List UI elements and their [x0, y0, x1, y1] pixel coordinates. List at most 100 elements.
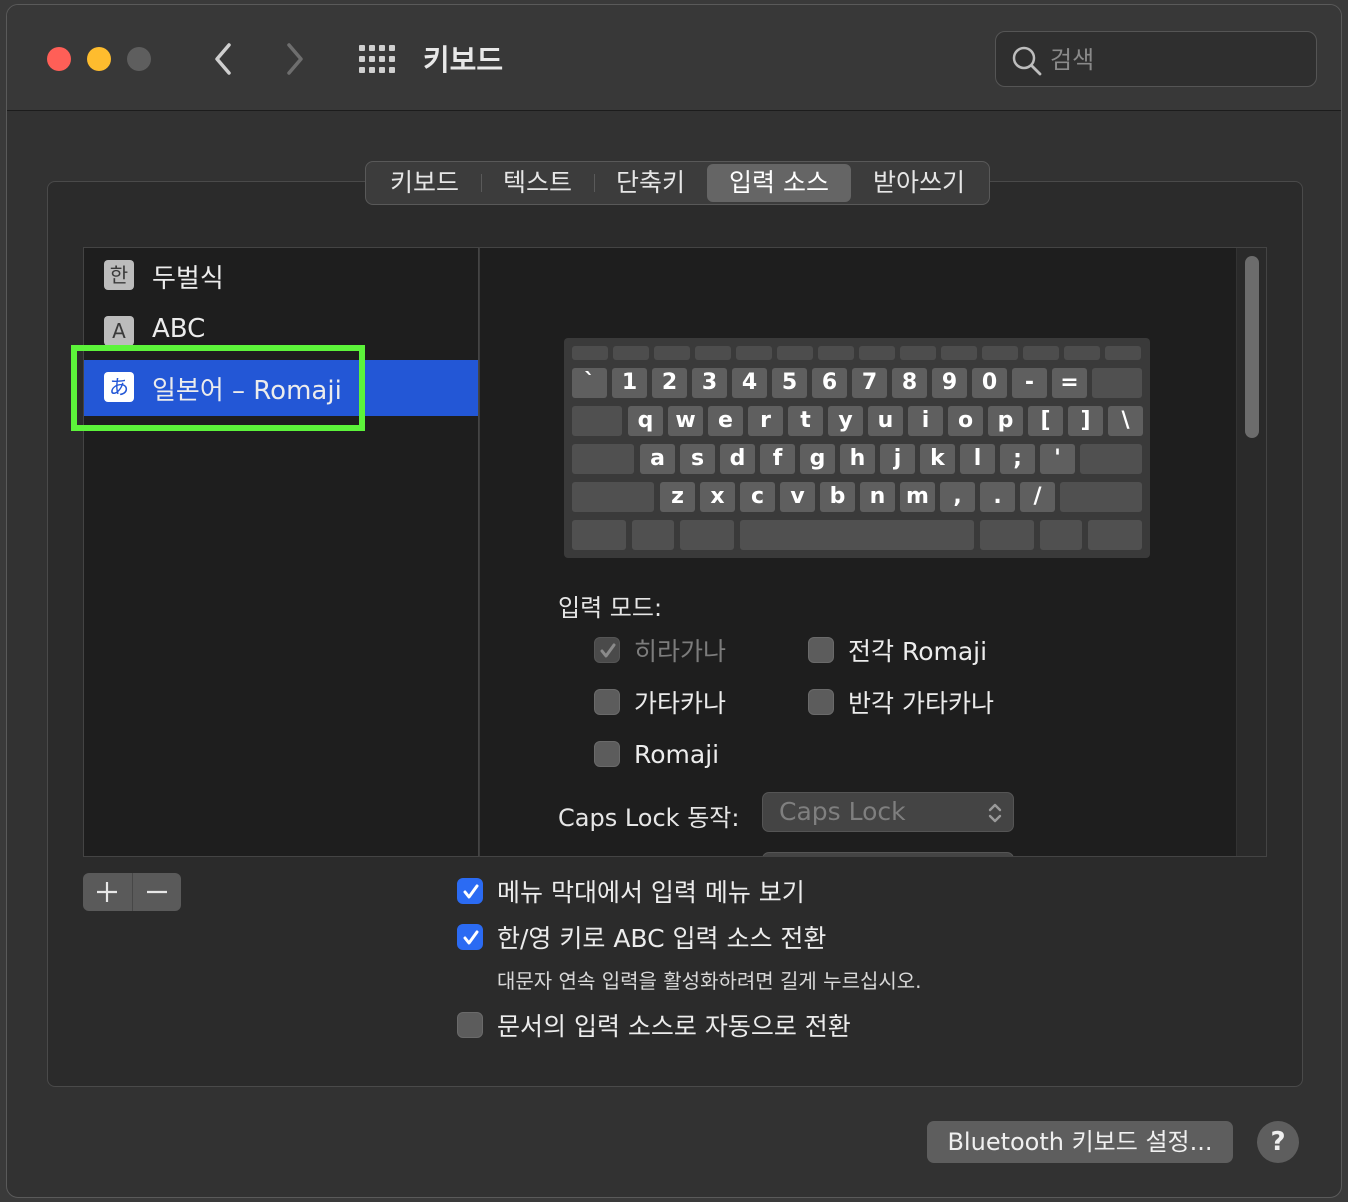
switch-key-option[interactable]: 한/영 키로 ABC 입력 소스 전환 — [457, 921, 826, 953]
tab-input-sources[interactable]: 입력 소스 — [707, 164, 851, 202]
keyboard-key-blank[interactable] — [695, 346, 731, 360]
add-source-button[interactable] — [83, 873, 132, 911]
keyboard-key-blank[interactable] — [1092, 368, 1142, 398]
keyboard-key[interactable]: d — [720, 444, 755, 474]
caps-lock-popup[interactable]: Caps Lock — [762, 792, 1014, 832]
halfwidth-katakana-checkbox[interactable] — [808, 689, 834, 715]
keyboard-key[interactable]: b — [820, 482, 855, 512]
keyboard-key[interactable]: e — [708, 406, 743, 436]
scrollbar-thumb[interactable] — [1245, 256, 1259, 438]
keyboard-key-blank[interactable] — [1023, 346, 1059, 360]
keyboard-key[interactable]: 8 — [892, 368, 927, 398]
keyboard-key-blank[interactable] — [1064, 346, 1100, 360]
keyboard-key-blank[interactable] — [777, 346, 813, 360]
keyboard-key[interactable]: l — [960, 444, 995, 474]
keyboard-key[interactable]: r — [748, 406, 783, 436]
keyboard-key[interactable]: j — [880, 444, 915, 474]
secondary-popup[interactable] — [762, 852, 1014, 856]
keyboard-key[interactable]: t — [788, 406, 823, 436]
keyboard-key-blank[interactable] — [818, 346, 854, 360]
keyboard-key[interactable]: 0 — [972, 368, 1007, 398]
keyboard-key-blank[interactable] — [572, 520, 626, 550]
keyboard-key-blank[interactable] — [572, 346, 608, 360]
keyboard-key[interactable]: p — [988, 406, 1023, 436]
search-field[interactable] — [995, 31, 1317, 87]
keyboard-key[interactable]: w — [668, 406, 703, 436]
auto-switch-option[interactable]: 문서의 입력 소스로 자동으로 전환 — [457, 1009, 851, 1041]
keyboard-key-blank[interactable] — [1080, 444, 1142, 474]
romaji-option[interactable]: Romaji — [594, 738, 719, 770]
keyboard-key-blank[interactable] — [736, 346, 772, 360]
fullwidth-romaji-checkbox[interactable] — [808, 637, 834, 663]
keyboard-key-blank[interactable] — [632, 520, 674, 550]
keyboard-key[interactable]: y — [828, 406, 863, 436]
keyboard-key-blank[interactable] — [1060, 482, 1142, 512]
keyboard-key[interactable]: x — [700, 482, 735, 512]
tab-shortcuts[interactable]: 단축키 — [594, 164, 707, 202]
keyboard-key[interactable]: i — [908, 406, 943, 436]
keyboard-key[interactable]: ' — [1040, 444, 1075, 474]
keyboard-key-blank[interactable] — [1088, 520, 1142, 550]
keyboard-key[interactable]: 1 — [612, 368, 647, 398]
show-all-grid-icon[interactable] — [357, 43, 397, 75]
show-menu-option[interactable]: 메뉴 막대에서 입력 메뉴 보기 — [457, 875, 805, 907]
keyboard-key[interactable]: = — [1052, 368, 1087, 398]
keyboard-key[interactable]: n — [860, 482, 895, 512]
keyboard-key[interactable]: 7 — [852, 368, 887, 398]
keyboard-key[interactable]: , — [940, 482, 975, 512]
keyboard-key[interactable]: ; — [1000, 444, 1035, 474]
keyboard-key[interactable]: u — [868, 406, 903, 436]
keyboard-key-blank[interactable] — [1105, 346, 1141, 360]
tab-dictation[interactable]: 받아쓰기 — [851, 164, 987, 202]
keyboard-key[interactable]: z — [660, 482, 695, 512]
forward-button[interactable] — [279, 39, 311, 79]
romaji-checkbox[interactable] — [594, 741, 620, 767]
keyboard-key-blank[interactable] — [1040, 520, 1082, 550]
list-item-dubeolsik[interactable]: 한 두벌식 — [84, 248, 478, 304]
keyboard-key[interactable]: 5 — [772, 368, 807, 398]
keyboard-key[interactable]: [ — [1028, 406, 1063, 436]
keyboard-key[interactable]: 2 — [652, 368, 687, 398]
keyboard-key[interactable]: v — [780, 482, 815, 512]
switch-key-checkbox[interactable] — [457, 924, 483, 950]
keyboard-key-blank[interactable] — [613, 346, 649, 360]
keyboard-key[interactable]: \ — [1108, 406, 1143, 436]
keyboard-key[interactable]: m — [900, 482, 935, 512]
keyboard-key-blank[interactable] — [740, 520, 974, 550]
show-menu-checkbox[interactable] — [457, 878, 483, 904]
keyboard-key-blank[interactable] — [980, 520, 1034, 550]
fullwidth-romaji-option[interactable]: 전각 Romaji — [808, 634, 987, 666]
keyboard-key[interactable]: - — [1012, 368, 1047, 398]
katakana-checkbox[interactable] — [594, 689, 620, 715]
minimize-button[interactable] — [87, 47, 111, 71]
keyboard-key[interactable]: 9 — [932, 368, 967, 398]
keyboard-key[interactable]: 4 — [732, 368, 767, 398]
keyboard-key[interactable]: g — [800, 444, 835, 474]
keyboard-key-blank[interactable] — [941, 346, 977, 360]
auto-switch-checkbox[interactable] — [457, 1012, 483, 1038]
keyboard-key[interactable]: k — [920, 444, 955, 474]
detail-scrollbar[interactable] — [1236, 248, 1266, 856]
tab-keyboard[interactable]: 키보드 — [368, 164, 481, 202]
help-button[interactable]: ? — [1257, 1121, 1299, 1163]
keyboard-key-blank[interactable] — [680, 520, 734, 550]
bluetooth-keyboard-setup-button[interactable]: Bluetooth 키보드 설정... — [927, 1121, 1233, 1163]
keyboard-key[interactable]: h — [840, 444, 875, 474]
keyboard-key[interactable]: s — [680, 444, 715, 474]
keyboard-key[interactable]: c — [740, 482, 775, 512]
back-button[interactable] — [207, 39, 239, 79]
keyboard-key-blank[interactable] — [900, 346, 936, 360]
keyboard-key[interactable]: 3 — [692, 368, 727, 398]
keyboard-key[interactable]: 6 — [812, 368, 847, 398]
keyboard-key[interactable]: ] — [1068, 406, 1103, 436]
keyboard-key[interactable]: a — [640, 444, 675, 474]
keyboard-key-blank[interactable] — [982, 346, 1018, 360]
keyboard-key-blank[interactable] — [572, 482, 654, 512]
zoom-button[interactable] — [127, 47, 151, 71]
keyboard-key-blank[interactable] — [654, 346, 690, 360]
keyboard-key[interactable]: . — [980, 482, 1015, 512]
keyboard-key[interactable]: q — [628, 406, 663, 436]
keyboard-key[interactable]: f — [760, 444, 795, 474]
katakana-option[interactable]: 가타카나 — [594, 686, 726, 718]
close-button[interactable] — [47, 47, 71, 71]
